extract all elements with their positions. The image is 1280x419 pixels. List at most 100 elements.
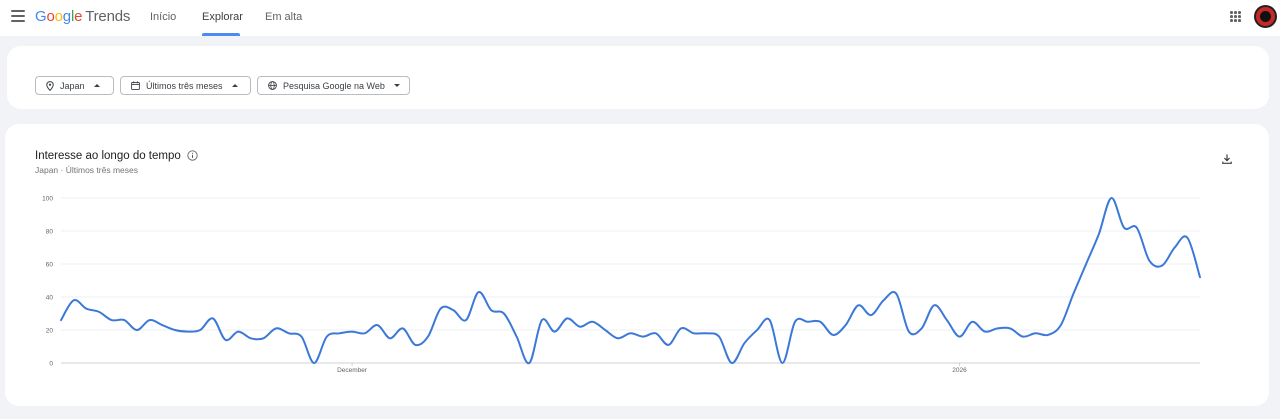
data-point — [691, 331, 696, 336]
data-point — [476, 290, 481, 295]
data-point — [1134, 225, 1139, 230]
data-point — [261, 336, 266, 341]
data-point — [59, 318, 64, 323]
data-point — [856, 303, 861, 308]
data-point — [565, 316, 570, 321]
data-point — [501, 311, 506, 316]
data-point — [400, 326, 405, 331]
data-point — [868, 313, 873, 318]
data-point — [236, 329, 241, 334]
data-point — [134, 328, 139, 333]
data-point — [1008, 326, 1013, 331]
data-point — [198, 328, 203, 333]
data-point — [172, 328, 177, 333]
data-point — [1058, 323, 1063, 328]
x-tick-label: 2026 — [952, 367, 967, 374]
data-point — [185, 329, 190, 334]
x-tick-label: December — [337, 367, 368, 374]
data-point — [653, 331, 658, 336]
data-point — [1046, 332, 1051, 337]
data-point — [805, 319, 810, 324]
data-point — [843, 323, 848, 328]
y-tick-label: 80 — [46, 228, 54, 235]
data-point — [590, 319, 595, 324]
y-tick-label: 0 — [49, 360, 53, 367]
data-point — [1147, 258, 1152, 263]
data-point — [71, 298, 76, 303]
data-point — [1096, 232, 1101, 237]
interest-series-line — [60, 196, 1201, 365]
data-point — [1071, 291, 1076, 296]
data-point — [1033, 331, 1038, 336]
data-point — [881, 298, 886, 303]
data-point — [1109, 196, 1114, 201]
data-point — [109, 318, 114, 323]
data-point — [84, 306, 89, 311]
data-point — [1084, 262, 1089, 267]
data-point — [641, 334, 646, 339]
data-point — [755, 328, 760, 333]
data-point — [818, 319, 823, 324]
data-point — [679, 326, 684, 331]
data-point — [122, 318, 127, 323]
data-point — [413, 342, 418, 347]
y-tick-label: 60 — [46, 261, 54, 268]
data-point — [894, 291, 899, 296]
interest-line-chart: 020406080100December2026February — [42, 195, 1203, 374]
data-point — [160, 323, 165, 328]
data-point — [729, 361, 734, 366]
data-point — [1172, 245, 1177, 250]
data-point — [1122, 225, 1127, 230]
data-point — [451, 308, 456, 313]
data-point — [577, 324, 582, 329]
data-point — [603, 328, 608, 333]
data-point — [1020, 334, 1025, 339]
data-point — [767, 318, 772, 323]
data-point — [514, 334, 519, 339]
data-point — [704, 331, 709, 336]
data-point — [932, 303, 937, 308]
data-point — [274, 326, 279, 331]
data-point — [324, 334, 329, 339]
y-tick-label: 100 — [42, 195, 53, 202]
data-point — [919, 326, 924, 331]
data-point — [552, 329, 557, 334]
data-point — [957, 334, 962, 339]
data-point — [362, 331, 367, 336]
data-point — [438, 306, 443, 311]
data-point — [628, 331, 633, 336]
data-point — [1160, 263, 1165, 268]
data-point — [388, 336, 393, 341]
data-point — [299, 334, 304, 339]
data-point — [350, 329, 355, 334]
data-point — [717, 334, 722, 339]
data-point — [793, 319, 798, 324]
data-point — [337, 331, 342, 336]
data-point — [147, 318, 152, 323]
data-point — [830, 332, 835, 337]
data-point — [539, 318, 544, 323]
y-tick-label: 20 — [46, 327, 54, 334]
data-point — [286, 331, 291, 336]
data-point — [210, 316, 215, 321]
data-point — [970, 319, 975, 324]
data-point — [995, 326, 1000, 331]
data-point — [312, 361, 317, 366]
data-point — [615, 336, 620, 341]
data-point — [1185, 235, 1190, 240]
data-point — [375, 323, 380, 328]
data-point — [944, 318, 949, 323]
y-tick-label: 40 — [46, 294, 54, 301]
data-point — [1198, 275, 1203, 280]
data-point — [666, 342, 671, 347]
data-point — [780, 361, 785, 366]
data-point — [489, 308, 494, 313]
data-point — [463, 318, 468, 323]
data-point — [96, 309, 101, 314]
data-point — [982, 329, 987, 334]
data-point — [426, 334, 431, 339]
data-point — [906, 329, 911, 334]
data-point — [248, 336, 253, 341]
data-point — [223, 337, 228, 342]
data-point — [742, 341, 747, 346]
